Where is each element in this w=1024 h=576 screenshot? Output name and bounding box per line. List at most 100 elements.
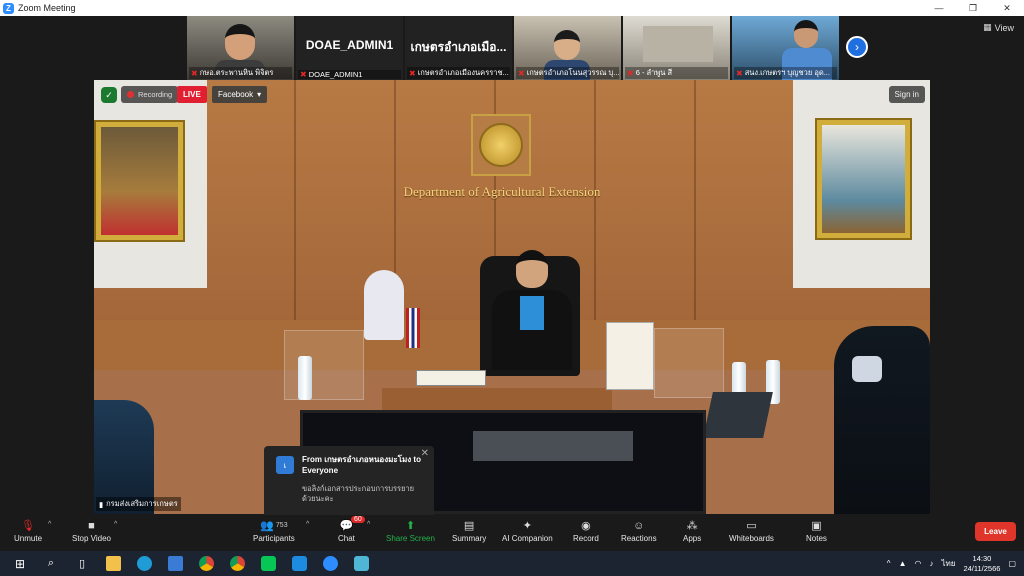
windows-start-icon[interactable]: ⊞ bbox=[9, 553, 31, 575]
record-icon: ◉ bbox=[581, 520, 591, 532]
clock[interactable]: 14:30 24/11/2566 bbox=[963, 554, 1000, 574]
audio-options-caret[interactable]: ^ bbox=[48, 521, 51, 528]
participant-tile[interactable]: ✖ 6 - ลำพูน สี bbox=[623, 16, 730, 80]
participant-label: เกษตรอำเภอเมือ... bbox=[410, 40, 507, 54]
record-button[interactable]: ◉ Record bbox=[573, 517, 599, 549]
chat-sender: From เกษตรอำเภอหนองมะโมง to Everyone bbox=[302, 455, 421, 475]
emblem-stand bbox=[364, 270, 404, 340]
participant-name: DOAE_ADMIN1 bbox=[308, 70, 363, 79]
participant-name: 6 - ลำพูน สี bbox=[635, 68, 673, 77]
laptop bbox=[703, 392, 773, 438]
close-window-button[interactable]: ✕ bbox=[990, 0, 1024, 16]
app-icon[interactable] bbox=[350, 553, 372, 575]
share-screen-button[interactable]: ⬆ Share Screen bbox=[386, 517, 435, 549]
notes-icon: ▣ bbox=[811, 520, 822, 532]
task-view-icon[interactable]: ▯ bbox=[71, 553, 93, 575]
close-icon[interactable]: ✕ bbox=[421, 448, 429, 459]
search-icon[interactable]: ⌕ bbox=[40, 553, 62, 575]
department-sign: Department of Agricultural Extension bbox=[403, 184, 601, 199]
zoom-logo-icon: Z bbox=[3, 2, 14, 14]
meeting-toolbar: 🎙 Unmute ^ ■ Stop Video ^ 👥 753 Participa… bbox=[0, 515, 1024, 551]
window-title-bar: Z Zoom Meeting — ❐ ✕ bbox=[0, 0, 1024, 16]
live-badge[interactable]: LIVE bbox=[177, 86, 207, 103]
view-label: View bbox=[994, 22, 1014, 33]
signal-icon: ▮ bbox=[99, 499, 104, 509]
windows-taskbar: ⊞ ⌕ ▯ ^ ▲ ◠ ♪ ไทย 14:30 24/11/2566 ▢ bbox=[0, 551, 1024, 576]
reactions-button[interactable]: ☺ Reactions bbox=[621, 517, 657, 549]
next-page-button[interactable]: › bbox=[846, 36, 868, 58]
summary-button[interactable]: ▤ Summary bbox=[452, 517, 486, 549]
maximize-button[interactable]: ❐ bbox=[956, 0, 990, 16]
attendees-right bbox=[834, 326, 930, 514]
chevron-down-icon: ▾ bbox=[257, 90, 262, 99]
whiteboards-button[interactable]: ▭ Whiteboards bbox=[729, 517, 774, 549]
summary-icon: ▤ bbox=[463, 520, 475, 532]
meeting-area: ✖ กษอ.ตระพานหิน พิจิตร DOAE_ADMIN1 ✖ DOAE_… bbox=[0, 16, 1024, 522]
mic-muted-icon: ✖ bbox=[518, 68, 525, 78]
chat-button[interactable]: 💬 60 Chat bbox=[338, 516, 365, 549]
view-button[interactable]: ▦ View bbox=[983, 22, 1014, 33]
participant-label: DOAE_ADMIN1 bbox=[305, 38, 394, 52]
system-tray: ^ ▲ ◠ ♪ ไทย 14:30 24/11/2566 ▢ bbox=[887, 551, 1024, 576]
sign-in-button[interactable]: Sign in bbox=[888, 86, 925, 103]
chrome-alt-icon[interactable] bbox=[226, 553, 248, 575]
video-options-caret[interactable]: ^ bbox=[114, 521, 117, 528]
language-indicator[interactable]: ไทย bbox=[941, 557, 955, 570]
store-icon[interactable] bbox=[164, 553, 186, 575]
participant-name: เกษตรอำเภอโนนสุวรรณ บุ... bbox=[526, 68, 619, 77]
chat-notification[interactable]: เ From เกษตรอำเภอหนองมะโมง to Everyone ข… bbox=[264, 446, 434, 522]
share-screen-icon: ⬆ bbox=[405, 520, 416, 532]
participant-tile[interactable]: ✖ เกษตรอำเภอโนนสุวรรณ บุ... bbox=[514, 16, 621, 80]
participants-caret[interactable]: ^ bbox=[306, 521, 309, 528]
unmute-button[interactable]: 🎙 Unmute bbox=[14, 517, 42, 549]
speaker-person bbox=[492, 250, 572, 370]
main-speaker-video: Department of Agricultural Extension ✓ R… bbox=[94, 80, 930, 514]
thai-flag bbox=[406, 308, 420, 348]
participant-tile[interactable]: DOAE_ADMIN1 ✖ DOAE_ADMIN1 bbox=[296, 16, 403, 80]
notification-icon[interactable]: ▢ bbox=[1008, 559, 1016, 568]
stop-video-button[interactable]: ■ Stop Video bbox=[72, 517, 111, 549]
smiley-icon: ☺ bbox=[633, 519, 645, 532]
network-icon[interactable]: ▲ bbox=[899, 559, 907, 568]
mic-muted-icon: ✖ bbox=[300, 70, 307, 79]
grid-view-icon: ▦ bbox=[983, 22, 992, 32]
participant-tile[interactable]: ✖ สนง.เกษตรฯ บุญชวย อุด... bbox=[732, 16, 839, 80]
gallery-strip: ✖ กษอ.ตระพานหิน พิจิตร DOAE_ADMIN1 ✖ DOAE_… bbox=[187, 16, 839, 80]
chat-caret[interactable]: ^ bbox=[367, 521, 370, 528]
wifi-icon[interactable]: ◠ bbox=[914, 559, 921, 568]
ai-companion-button[interactable]: ✦ AI Companion bbox=[502, 517, 553, 549]
sparkle-icon: ✦ bbox=[522, 520, 532, 532]
file-explorer-icon[interactable] bbox=[102, 553, 124, 575]
whiteboard-icon: ▭ bbox=[746, 520, 757, 532]
leave-button[interactable]: Leave bbox=[975, 522, 1016, 541]
zoom-taskbar-icon[interactable] bbox=[319, 553, 341, 575]
record-dot-icon bbox=[127, 91, 134, 98]
chat-message: ขอลิงก์เอกสารประกอบการบรรยายด้วยนะคะ bbox=[302, 484, 415, 503]
sender-avatar: เ bbox=[276, 456, 294, 474]
participant-tile[interactable]: เกษตรอำเภอเมือ... ✖ เกษตรอำเภอเมืองนครราช… bbox=[405, 16, 512, 80]
mic-muted-icon: 🎙 bbox=[21, 520, 35, 532]
line-app-icon[interactable] bbox=[257, 553, 279, 575]
participant-tile[interactable]: ✖ กษอ.ตระพานหิน พิจิตร bbox=[187, 16, 294, 80]
notes-button[interactable]: ▣ Notes bbox=[806, 517, 827, 549]
recording-indicator[interactable]: Recording bbox=[121, 86, 179, 103]
participants-button[interactable]: 👥 753 Participants bbox=[253, 517, 295, 549]
tray-overflow-icon[interactable]: ^ bbox=[887, 559, 891, 568]
apps-icon: ⁂ bbox=[686, 520, 698, 532]
department-emblem bbox=[471, 114, 531, 176]
chevron-right-icon: › bbox=[855, 40, 859, 54]
facebook-stream-dropdown[interactable]: Facebook ▾ bbox=[212, 86, 268, 103]
security-shield-icon[interactable]: ✓ bbox=[101, 87, 117, 103]
mic-muted-icon: ✖ bbox=[191, 68, 198, 78]
edge-icon[interactable] bbox=[133, 553, 155, 575]
mic-muted-icon: ✖ bbox=[736, 68, 743, 78]
participant-name: เกษตรอำเภอเมืองนครราช... bbox=[417, 68, 509, 77]
chrome-icon[interactable] bbox=[195, 553, 217, 575]
participant-name: สนง.เกษตรฯ บุญชวย อุด... bbox=[744, 68, 830, 77]
app-icon[interactable] bbox=[288, 553, 310, 575]
volume-icon[interactable]: ♪ bbox=[929, 559, 933, 568]
participants-icon: 👥 bbox=[260, 520, 274, 532]
apps-button[interactable]: ⁂ Apps bbox=[683, 517, 701, 549]
portrait-frame bbox=[817, 120, 910, 238]
minimize-button[interactable]: — bbox=[922, 0, 956, 16]
